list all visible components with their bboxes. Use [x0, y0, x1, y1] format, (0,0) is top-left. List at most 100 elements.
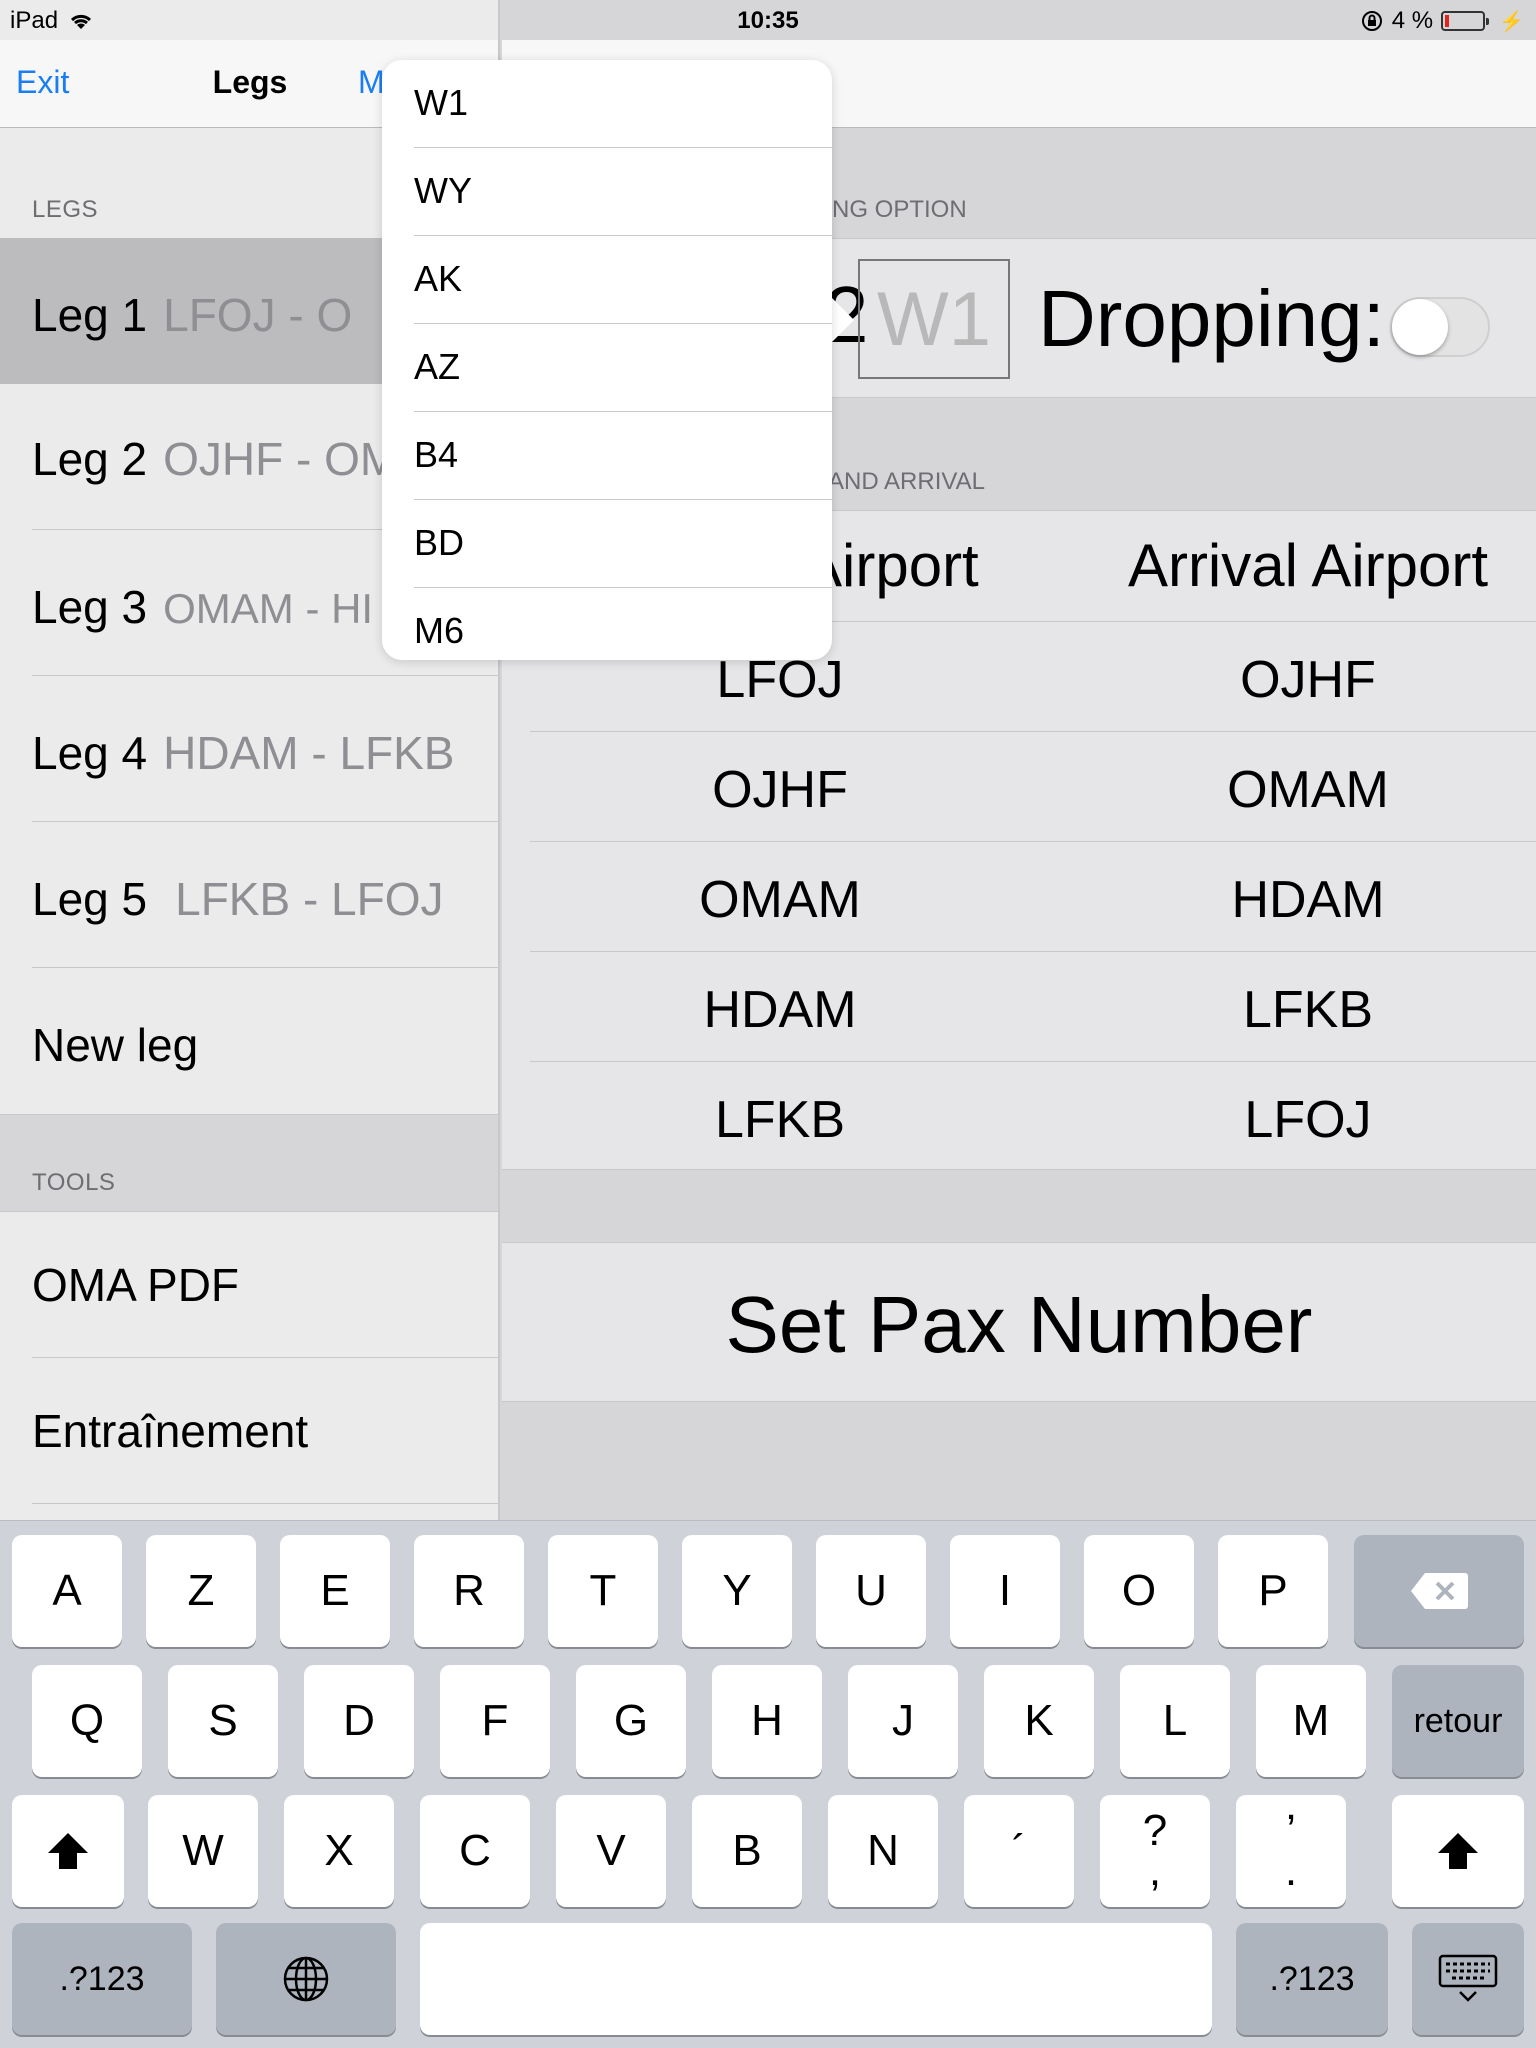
arrival-section-header: AND ARRIVAL — [828, 468, 985, 495]
key-apostrophe-period[interactable]: ’. — [1236, 1795, 1346, 1907]
key-l[interactable]: L — [1120, 1665, 1230, 1777]
leg-name: Leg 3 — [32, 581, 148, 633]
popover-item[interactable]: AK — [414, 236, 832, 324]
arrival-cell: LFOJ — [1244, 1091, 1372, 1149]
key-w[interactable]: W — [148, 1795, 258, 1907]
leg-name: Leg 2 — [32, 433, 148, 485]
key-p[interactable]: P — [1218, 1535, 1328, 1647]
keyboard: A Z E R T Y U I O P Q S D F G H J K L M … — [0, 1520, 1536, 2048]
tool-row-oma-pdf[interactable]: OMA PDF — [0, 1212, 498, 1358]
key-b[interactable]: B — [692, 1795, 802, 1907]
backspace-icon — [1411, 1573, 1468, 1609]
popover-arrow — [830, 296, 854, 344]
tool-label: Entraînement — [32, 1405, 309, 1457]
arrival-cell: OJHF — [1240, 651, 1376, 709]
key-n[interactable]: N — [828, 1795, 938, 1907]
numbers-key-right[interactable]: .?123 — [1236, 1923, 1388, 2035]
key-h[interactable]: H — [712, 1665, 822, 1777]
nav-right-button[interactable]: M — [358, 64, 385, 101]
key-question-comma[interactable]: ?, — [1100, 1795, 1210, 1907]
shift-key-left[interactable] — [12, 1795, 124, 1907]
status-bar: iPad 10:35 4 % ⚡ — [0, 0, 1536, 40]
leg-route: OMAM - HI — [163, 585, 374, 632]
arrival-cell: HDAM — [1231, 871, 1385, 929]
key-f[interactable]: F — [440, 1665, 550, 1777]
key-e[interactable]: E — [280, 1535, 390, 1647]
key-y[interactable]: Y — [682, 1535, 792, 1647]
toggle-knob — [1392, 299, 1448, 355]
departure-cell: OJHF — [712, 761, 848, 819]
leg-row-5[interactable]: Leg 5 LFKB - LFOJ — [0, 822, 498, 968]
row-divider — [32, 1503, 498, 1504]
leg-route: OJHF - OM — [163, 433, 399, 485]
popover-item[interactable]: M6 — [414, 588, 832, 660]
key-m[interactable]: M — [1256, 1665, 1366, 1777]
set-pax-label: Set Pax Number — [725, 1280, 1313, 1369]
set-pax-button[interactable]: Set Pax Number — [502, 1242, 1536, 1402]
dropping-label: Dropping: — [1038, 274, 1385, 363]
popover-item[interactable]: B4 — [414, 412, 832, 500]
departure-cell: LFKB — [714, 1091, 846, 1149]
key-q[interactable]: Q — [32, 1665, 142, 1777]
popover-item[interactable]: AZ — [414, 324, 832, 412]
table-row[interactable]: LFKB LFOJ — [530, 1061, 1536, 1171]
tools-section: TOOLS — [0, 1114, 498, 1212]
departure-header: Airport — [802, 532, 979, 599]
key-d[interactable]: D — [304, 1665, 414, 1777]
tool-label: OMA PDF — [32, 1259, 240, 1311]
key-j[interactable]: J — [848, 1665, 958, 1777]
popover-item[interactable]: WY — [414, 148, 832, 236]
key-k[interactable]: K — [984, 1665, 1094, 1777]
option-section-header: NG OPTION — [832, 196, 967, 223]
departure-cell: OMAM — [699, 871, 861, 929]
table-row[interactable]: OJHF OMAM — [530, 731, 1536, 841]
arrival-header: Arrival Airport — [1127, 532, 1489, 599]
backspace-key[interactable] — [1354, 1535, 1524, 1647]
key-s[interactable]: S — [168, 1665, 278, 1777]
leg-route: LFKB - LFOJ — [175, 873, 444, 925]
table-row[interactable]: OMAM HDAM — [530, 841, 1536, 951]
leg-name: Leg 4 — [32, 727, 148, 779]
key-c[interactable]: C — [420, 1795, 530, 1907]
key-x[interactable]: X — [284, 1795, 394, 1907]
space-key[interactable] — [420, 1923, 1212, 2035]
key-r[interactable]: R — [414, 1535, 524, 1647]
battery-percent: 4 % — [1391, 7, 1434, 34]
arrival-cell: LFKB — [1242, 981, 1374, 1039]
return-key[interactable]: retour — [1392, 1665, 1524, 1777]
globe-icon — [283, 1956, 329, 2002]
arrival-cell: OMAM — [1227, 761, 1389, 819]
key-u[interactable]: U — [816, 1535, 926, 1647]
departure-cell: HDAM — [703, 981, 857, 1039]
new-leg-row[interactable]: New leg — [0, 968, 498, 1114]
status-time: 10:35 — [737, 7, 799, 34]
key-z[interactable]: Z — [146, 1535, 256, 1647]
option-field[interactable]: W1 — [858, 259, 1010, 379]
leg-route: HDAM - LFKB — [163, 727, 455, 779]
rotation-lock-icon — [1361, 11, 1382, 31]
option-popover: W1 WY AK AZ B4 BD M6 — [382, 60, 832, 660]
popover-item[interactable]: W1 — [414, 60, 832, 148]
key-a[interactable]: A — [12, 1535, 122, 1647]
globe-key[interactable] — [216, 1923, 396, 2035]
key-o[interactable]: O — [1084, 1535, 1194, 1647]
shift-key-right[interactable] — [1392, 1795, 1524, 1907]
dismiss-keyboard-key[interactable] — [1412, 1923, 1524, 2035]
key-v[interactable]: V — [556, 1795, 666, 1907]
leg-route: LFOJ - O — [163, 289, 353, 341]
shift-icon — [48, 1833, 88, 1869]
popover-item[interactable]: BD — [414, 500, 832, 588]
table-row[interactable]: HDAM LFKB — [530, 951, 1536, 1061]
key-t[interactable]: T — [548, 1535, 658, 1647]
tool-row-training[interactable]: Entraînement — [0, 1358, 498, 1504]
dropping-toggle[interactable] — [1390, 297, 1490, 357]
leg-row-4[interactable]: Leg 4 HDAM - LFKB — [0, 676, 498, 822]
battery-icon — [1441, 11, 1490, 31]
key-accent[interactable]: ´ — [964, 1795, 1074, 1907]
keyboard-dismiss-icon — [1438, 1954, 1498, 2002]
new-leg-label: New leg — [32, 1019, 199, 1071]
key-g[interactable]: G — [576, 1665, 686, 1777]
key-i[interactable]: I — [950, 1535, 1060, 1647]
numbers-key-left[interactable]: .?123 — [12, 1923, 192, 2035]
legs-section-header: LEGS — [32, 196, 99, 223]
